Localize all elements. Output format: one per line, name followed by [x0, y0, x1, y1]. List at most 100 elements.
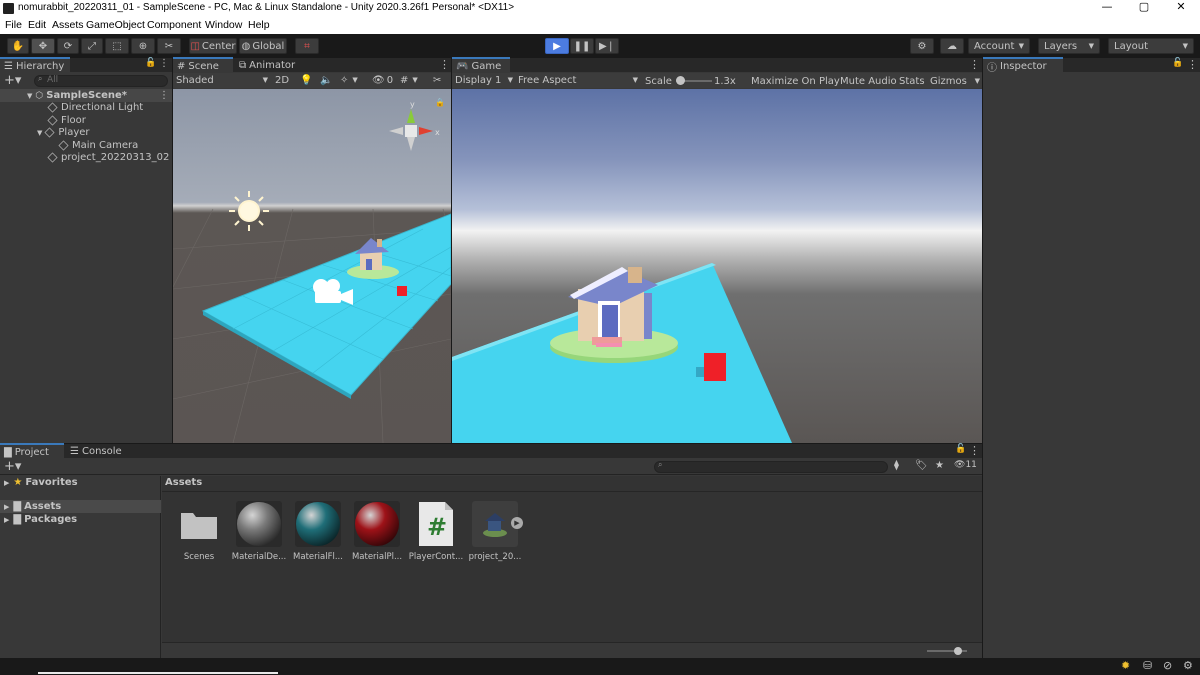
custom-tool-button[interactable]: ✂ [157, 38, 181, 54]
tools-toggle[interactable]: ✂ [433, 73, 447, 87]
minimize-button[interactable]: — [1096, 0, 1118, 18]
favorites-row[interactable]: ▶ ★ Favorites [4, 476, 78, 489]
progress-spinner-icon[interactable]: ⊘ [1163, 659, 1172, 672]
account-dropdown[interactable]: Account ▼ [968, 38, 1030, 54]
hidden-packages-toggle[interactable]: 👁11 [954, 460, 977, 470]
menu-help[interactable]: Help [248, 19, 270, 31]
hierarchy-item-project-model[interactable]: project_20220313_02 [47, 151, 169, 164]
rect-tool-button[interactable]: ⬚ [105, 38, 129, 54]
space-global-button[interactable]: ◍ Global [239, 38, 287, 54]
hand-tool-button[interactable]: ✋ [7, 38, 29, 54]
pivot-center-button[interactable]: ◫ Center [189, 38, 237, 54]
kebab-menu-icon[interactable]: ⋮ [1187, 58, 1198, 71]
asset-material[interactable]: MaterialFl... [290, 501, 346, 562]
play-preview-icon[interactable]: ▶ [511, 517, 523, 529]
kebab-menu-icon[interactable]: ⋮ [969, 58, 980, 71]
layout-dropdown[interactable]: Layout ▼ [1108, 38, 1194, 54]
create-plus-button[interactable]: +▾ [4, 459, 21, 474]
lighting-toggle[interactable]: 💡 [300, 73, 314, 87]
2d-toggle[interactable]: 2D [275, 73, 293, 87]
scale-slider[interactable] [675, 76, 712, 85]
transform-tool-button[interactable]: ⊕ [131, 38, 155, 54]
asset-material[interactable]: MaterialDe... [231, 501, 287, 562]
tree-item-packages[interactable]: ▶ ▇ Packages [4, 513, 77, 526]
scale-tool-button[interactable]: ⤢ [81, 38, 103, 54]
create-plus-button[interactable]: +▾ [4, 73, 21, 88]
star-icon[interactable]: ★ [935, 460, 944, 471]
tab-scene[interactable]: # Scene [173, 57, 233, 73]
asset-script[interactable]: # PlayerCont... [408, 501, 464, 562]
gizmo-y-label: y [410, 100, 415, 109]
aspect-dropdown[interactable]: Free Aspect ▼ [518, 73, 638, 87]
display-dropdown[interactable]: Display 1 ▼ [455, 73, 513, 87]
gizmos-dropdown[interactable]: Gizmos ▼ [930, 74, 980, 88]
project-search-input[interactable]: ⌕ [654, 460, 888, 473]
tab-animator[interactable]: ⧉ Animator [235, 57, 305, 73]
lock-icon[interactable]: 🔓 [145, 58, 156, 68]
project-footer [162, 642, 982, 658]
pause-button[interactable]: ❚❚ [570, 38, 594, 54]
status-message-area[interactable] [38, 672, 278, 674]
shading-mode-dropdown[interactable]: Shaded ▼ [176, 73, 268, 87]
mute-audio-toggle[interactable]: Mute Audio [840, 74, 897, 88]
menu-gameobject[interactable]: GameObject [86, 19, 145, 31]
maximize-on-play-toggle[interactable]: Maximize On Play [751, 74, 840, 88]
debug-mode-icon[interactable]: ⚙ [1183, 659, 1193, 672]
window-title: nomurabbit_20220311_01 - SampleScene - P… [18, 2, 515, 13]
kebab-menu-icon[interactable]: ⋮ [439, 58, 450, 71]
kebab-menu-icon[interactable]: ⋮ [159, 58, 169, 69]
lock-icon[interactable]: 🔒 [435, 98, 445, 107]
scene-viewport[interactable]: y x 🔒 [173, 89, 451, 443]
asset-scenes-folder[interactable]: Scenes [171, 501, 227, 562]
label-tag-icon[interactable]: 🏷 [915, 460, 928, 471]
stats-toggle[interactable]: Stats [899, 74, 925, 88]
scene-panel: # Scene ⧉ Animator ⋮ Shaded ▼ 2D 💡 🔈 ✧ ▼ 👁 0 … [173, 57, 451, 443]
transform-icon: ⊕ [138, 40, 148, 52]
play-button[interactable]: ▶ [545, 38, 569, 54]
lock-icon[interactable]: 🔓 [1172, 58, 1183, 68]
filter-type-icon[interactable]: ⧫ [894, 460, 899, 471]
menu-edit[interactable]: Edit [28, 19, 46, 31]
maximize-button[interactable]: ▢ [1133, 0, 1155, 18]
menu-window[interactable]: Window [205, 19, 242, 31]
game-viewport[interactable] [452, 89, 982, 443]
tab-game[interactable]: 🎮 Game [452, 57, 510, 73]
grid-snap-button[interactable]: ⌗ [295, 38, 319, 54]
tree-item-assets[interactable]: ▶ ▇ Assets [0, 500, 161, 513]
menu-file[interactable]: File [5, 19, 22, 31]
menu-assets[interactable]: Assets [52, 19, 84, 31]
cache-server-icon[interactable]: ⛁ [1143, 659, 1152, 672]
step-button[interactable]: ▶❘ [595, 38, 619, 54]
close-button[interactable]: ✕ [1170, 0, 1192, 18]
thumbnail-size-slider-thumb[interactable] [954, 647, 963, 655]
layers-dropdown[interactable]: Layers ▼ [1038, 38, 1100, 54]
orientation-gizmo[interactable]: y x [389, 100, 440, 151]
kebab-menu-icon[interactable]: ⋮ [969, 444, 980, 457]
grid-dropdown[interactable]: # ▼ [400, 73, 426, 87]
kebab-menu-icon[interactable]: ⋮ [159, 90, 169, 101]
breadcrumb[interactable]: Assets [165, 477, 202, 488]
asset-model[interactable]: ▶ project_20... [467, 501, 523, 562]
cloud-button[interactable]: ☁ [940, 38, 964, 54]
move-tool-button[interactable]: ✥ [31, 38, 55, 54]
asset-material[interactable]: MaterialPl... [349, 501, 405, 562]
tab-project[interactable]: ▇ Project [0, 443, 64, 459]
effects-dropdown[interactable]: ✧ ▼ [340, 73, 368, 87]
scale-slider-thumb[interactable] [675, 76, 685, 85]
gameobject-icon [47, 102, 58, 113]
auto-generate-lighting-icon[interactable]: ✹ [1121, 659, 1130, 672]
thumbnail-size-slider[interactable] [927, 647, 967, 655]
tab-inspector[interactable]: ⓘ Inspector [983, 57, 1063, 74]
menu-component[interactable]: Component [147, 19, 201, 31]
tab-hierarchy[interactable]: ☰ Hierarchy [0, 57, 70, 73]
hierarchy-item-player[interactable]: ▼ Player [37, 126, 90, 139]
audio-toggle[interactable]: 🔈 [320, 73, 334, 87]
hidden-objects-toggle[interactable]: 👁 0 [372, 73, 396, 87]
hierarchy-item-directional-light[interactable]: Directional Light [47, 101, 143, 114]
tab-console[interactable]: ☰ Console [66, 443, 136, 459]
collab-button[interactable]: ⚙ [910, 38, 934, 54]
shading-label: Shaded [176, 74, 214, 86]
hierarchy-search-input[interactable]: ⌕ All [34, 74, 168, 87]
rotate-tool-button[interactable]: ⟳ [57, 38, 79, 54]
lock-icon[interactable]: 🔓 [955, 444, 966, 454]
